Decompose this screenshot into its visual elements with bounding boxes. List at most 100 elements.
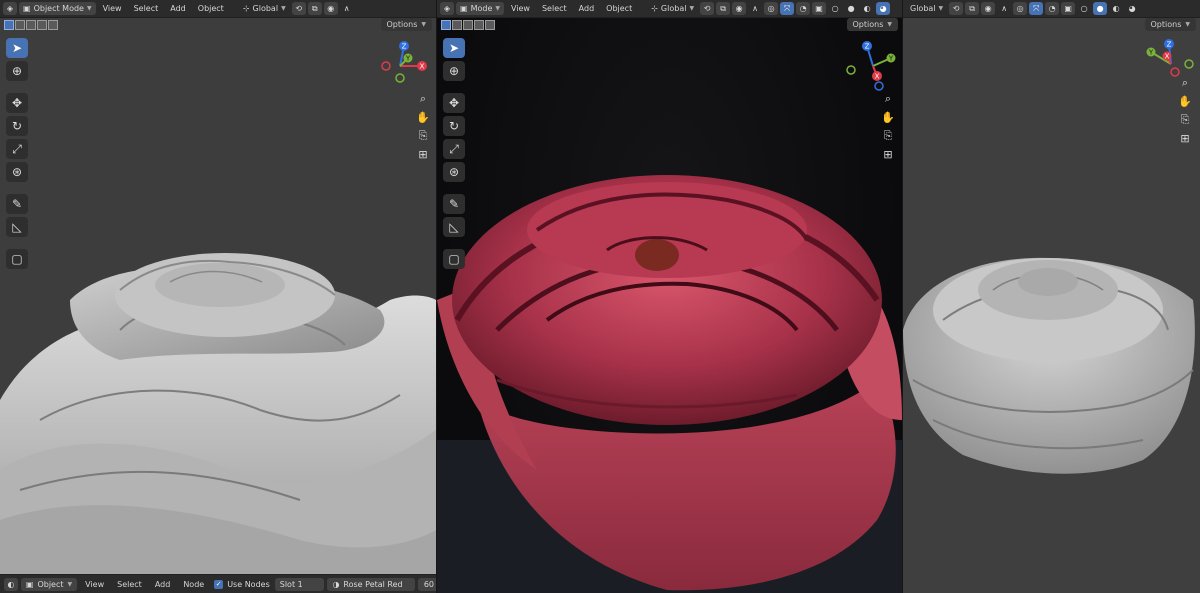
add-cube-tool[interactable]: ▢ <box>443 249 465 269</box>
menu-add[interactable]: Add <box>165 2 191 15</box>
gizmo-neg-y[interactable] <box>846 65 856 75</box>
orientation-selector[interactable]: Global ▼ <box>906 2 947 15</box>
add-cube-tool[interactable]: ▢ <box>6 249 28 269</box>
select-invert-icon[interactable] <box>485 20 495 30</box>
mode-selector[interactable]: ▣ Mode ▼ <box>456 2 504 15</box>
use-nodes-toggle[interactable]: ✓ Use Nodes <box>212 578 272 591</box>
scale-tool[interactable]: ⤢ <box>443 139 465 159</box>
select-new-icon[interactable] <box>4 20 14 30</box>
transform-tool[interactable]: ⊛ <box>443 162 465 182</box>
zoom-icon[interactable]: ⌕ <box>885 92 891 106</box>
menu-object[interactable]: Object <box>193 2 229 15</box>
select-subtract-icon[interactable] <box>463 20 473 30</box>
xray-icon[interactable]: ▣ <box>812 2 827 15</box>
hand-icon[interactable]: ✋ <box>416 111 430 124</box>
select-invert-icon[interactable] <box>48 20 58 30</box>
camera-icon[interactable]: ⎘ <box>419 129 428 143</box>
select-new-icon[interactable] <box>441 20 451 30</box>
pivot-icon[interactable]: ⟲ <box>949 2 964 15</box>
editor-type-icon[interactable]: ◈ <box>440 2 454 15</box>
menu-view[interactable]: View <box>506 2 535 15</box>
menu-add[interactable]: Add <box>574 2 600 15</box>
grid-icon[interactable]: ⊞ <box>883 148 892 161</box>
options-button[interactable]: Options ▼ <box>380 18 432 31</box>
select-intersect-icon[interactable] <box>37 20 47 30</box>
rotate-tool[interactable]: ↻ <box>6 116 28 136</box>
move-tool[interactable]: ✥ <box>443 93 465 113</box>
shading-wireframe-icon[interactable]: ○ <box>1077 2 1091 15</box>
select-box-tool[interactable]: ➤ <box>443 38 465 58</box>
snap-icon[interactable]: ⧉ <box>307 2 322 15</box>
annotate-tool[interactable]: ✎ <box>6 194 28 214</box>
select-extend-icon[interactable] <box>452 20 462 30</box>
transform-tool[interactable]: ⊛ <box>6 162 28 182</box>
visibility-icon[interactable]: ◎ <box>764 2 779 15</box>
proportional-edit-icon[interactable]: ◉ <box>323 2 338 15</box>
shading-material-icon[interactable]: ◐ <box>860 2 874 15</box>
zoom-icon[interactable]: ⌕ <box>420 92 426 106</box>
pivot-icon[interactable]: ⟲ <box>291 2 306 15</box>
snap-icon[interactable]: ⧉ <box>965 2 980 15</box>
menu-select[interactable]: Select <box>112 578 147 591</box>
overlay-icon[interactable]: ◔ <box>1045 2 1060 15</box>
editor-type-icon[interactable]: ◈ <box>3 2 17 15</box>
rotate-tool[interactable]: ↻ <box>443 116 465 136</box>
visibility-icon[interactable]: ◎ <box>1013 2 1028 15</box>
gizmo-neg-x[interactable] <box>381 61 391 71</box>
gizmo-toggle-icon[interactable]: ⤧ <box>780 2 795 15</box>
menu-object[interactable]: Object <box>601 2 637 15</box>
zoom-icon[interactable]: ⌕ <box>1182 76 1188 90</box>
proportional-edit-icon[interactable]: ◉ <box>981 2 996 15</box>
measure-tool[interactable]: ◺ <box>6 217 28 237</box>
gizmo-neg-y[interactable] <box>1184 59 1194 69</box>
menu-view[interactable]: View <box>80 578 109 591</box>
hand-icon[interactable]: ✋ <box>881 111 895 124</box>
camera-icon[interactable]: ⎘ <box>884 129 893 143</box>
gizmo-toggle-icon[interactable]: ⤧ <box>1029 2 1044 15</box>
falloff-icon[interactable]: ∧ <box>748 2 762 15</box>
menu-node[interactable]: Node <box>178 578 209 591</box>
falloff-icon[interactable]: ∧ <box>340 2 354 15</box>
shading-wireframe-icon[interactable]: ○ <box>828 2 842 15</box>
proportional-edit-icon[interactable]: ◉ <box>732 2 747 15</box>
menu-add[interactable]: Add <box>150 578 176 591</box>
orientation-selector[interactable]: ⊹ Global ▼ <box>239 2 290 15</box>
navigation-gizmo[interactable]: Z Y X <box>845 38 901 94</box>
pivot-icon[interactable]: ⟲ <box>700 2 715 15</box>
falloff-icon[interactable]: ∧ <box>997 2 1011 15</box>
menu-view[interactable]: View <box>98 2 127 15</box>
options-button[interactable]: Options ▼ <box>1144 18 1196 31</box>
right-viewport[interactable]: Global ▼ ⟲ ⧉ ◉ ∧ ◎ ⤧ ◔ ▣ ○ ● ◐ ◕ Options… <box>903 0 1200 593</box>
hand-icon[interactable]: ✋ <box>1178 95 1192 108</box>
material-user-count[interactable]: 60 <box>417 577 436 591</box>
select-extend-icon[interactable] <box>15 20 25 30</box>
snap-icon[interactable]: ⧉ <box>716 2 731 15</box>
shading-solid-icon[interactable]: ● <box>844 2 858 15</box>
options-button[interactable]: Options ▼ <box>846 18 898 31</box>
grid-icon[interactable]: ⊞ <box>1180 132 1189 145</box>
shading-rendered-icon[interactable]: ◕ <box>876 2 891 15</box>
left-viewport[interactable]: ◈ ▣ Object Mode ▼ View Select Add Object… <box>0 0 436 593</box>
overlay-icon[interactable]: ◔ <box>796 2 811 15</box>
move-tool[interactable]: ✥ <box>6 93 28 113</box>
cursor-tool[interactable]: ⊕ <box>6 61 28 81</box>
navigation-gizmo[interactable]: Z X Y <box>378 36 434 92</box>
grid-icon[interactable]: ⊞ <box>418 148 427 161</box>
xray-icon[interactable]: ▣ <box>1061 2 1076 15</box>
gizmo-neg-x[interactable] <box>1170 67 1180 77</box>
shader-editor-type-icon[interactable]: ◐ <box>4 577 18 591</box>
shading-solid-icon[interactable]: ● <box>1093 2 1108 15</box>
slot-selector[interactable]: Slot 1 <box>274 577 325 591</box>
measure-tool[interactable]: ◺ <box>443 217 465 237</box>
select-subtract-icon[interactable] <box>26 20 36 30</box>
select-box-tool[interactable]: ➤ <box>6 38 28 58</box>
gizmo-neg-z[interactable] <box>874 81 884 91</box>
shading-material-icon[interactable]: ◐ <box>1109 2 1123 15</box>
menu-select[interactable]: Select <box>129 2 164 15</box>
camera-icon[interactable]: ⎘ <box>1181 113 1190 127</box>
orientation-selector[interactable]: ⊹ Global ▼ <box>647 2 698 15</box>
mode-selector[interactable]: ▣ Object Mode ▼ <box>19 2 96 15</box>
shading-rendered-icon[interactable]: ◕ <box>1125 2 1139 15</box>
scale-tool[interactable]: ⤢ <box>6 139 28 159</box>
menu-select[interactable]: Select <box>537 2 572 15</box>
